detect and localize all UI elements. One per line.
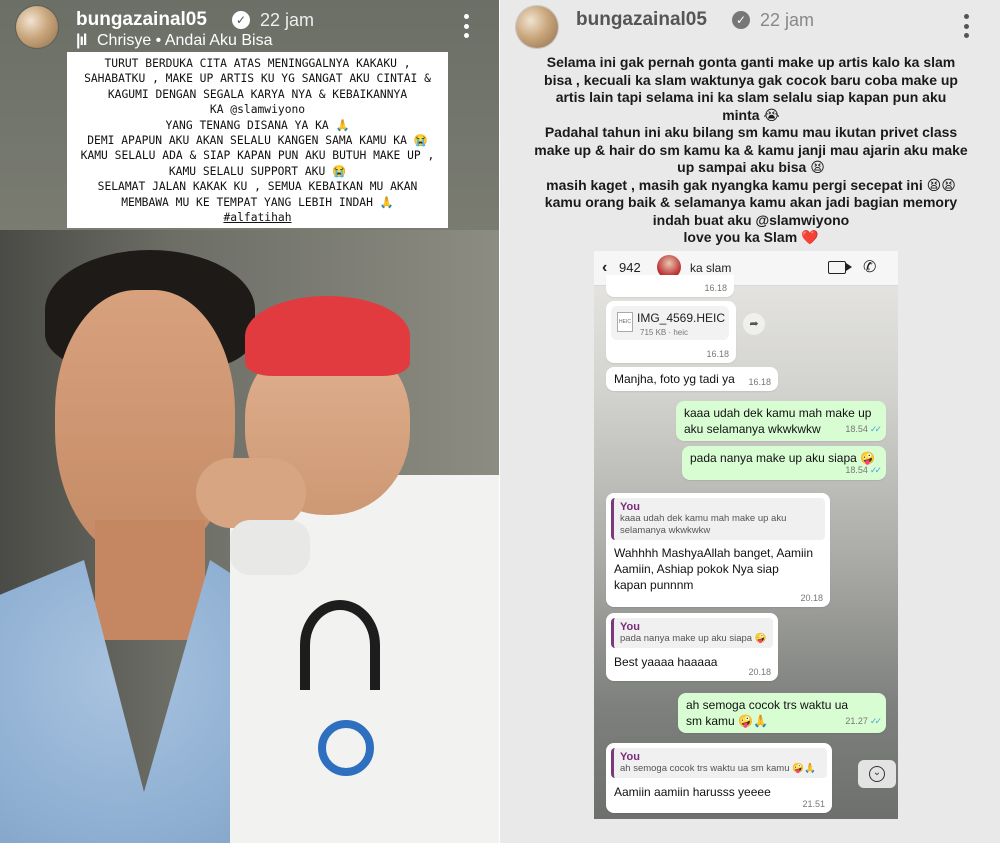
share-icon[interactable]: ➦ [743,313,765,335]
caption-line: KAMU SELALU SUPPORT AKU 😭 [168,164,347,178]
caption-line: SELAMAT JALAN KAKAK KU , SEMUA KEBAIKAN … [97,180,418,194]
file-meta: 715 KB · heic [640,328,689,337]
chat-screenshot: ‹ 942 ka slam ✆ 16.18 HEIC IMG_4569.HEIC… [594,251,898,819]
message-time: 20.18 [748,667,771,677]
man-red-cap [245,296,410,376]
caption-line: MEMBAWA MU KE TEMPAT YANG LEBIH INDAH 🙏 [121,195,394,209]
face-mask [230,520,310,575]
caption-line: make up & hair do sm kamu ka & kamu janj… [534,141,968,158]
music-sticker[interactable]: |ıl Chrisye • Andai Aku Bisa [76,32,272,50]
file-name: IMG_4569.HEIC [637,311,726,325]
story-header-right: bungazainal05 ✓ 22 jam [516,6,986,50]
caption-line: Padahal tahun ini aku bilang sm kamu mau… [544,124,958,140]
file-message-bubble[interactable]: HEIC IMG_4569.HEIC 715 KB · heic 16.18 [606,301,736,363]
contact-name[interactable]: ka slam [690,261,731,275]
phone-icon[interactable]: ✆ [863,257,876,277]
caption-line: DEMI APAPUN AKU AKAN SELALU KANGEN SAMA … [87,134,428,148]
verified-badge-icon: ✓ [232,11,250,29]
caption-line: up sampai aku bisa 😫 [677,159,825,175]
message-time: 18.54 ✓✓ [845,465,882,475]
caption-box: TURUT BERDUKA CITA ATAS MENINGGALNYA KAK… [67,52,448,228]
man-hand [196,458,306,528]
reply-message[interactable]: You ah semoga cocok trs waktu ua sm kamu… [606,743,832,813]
caption-line: artis lain tapi selama ini ka slam selal… [555,89,947,105]
left-story-panel: bungazainal05 ✓ 22 jam |ıl Chrisye • Anda… [0,0,500,843]
quoted-message[interactable]: You pada nanya make up aku siapa 🤪 [611,618,773,648]
music-bars-icon: |ıl [76,32,87,49]
outgoing-message[interactable]: kaaa udah dek kamu mah make up aku selam… [676,401,886,441]
shirt-flower-print [318,720,374,776]
message-time: 21.51 [802,799,825,809]
avatar[interactable] [516,6,558,48]
more-vertical-icon[interactable] [964,14,970,38]
more-vertical-icon[interactable] [464,14,470,38]
message-bubble-partial[interactable]: 16.18 [606,275,734,297]
message-text: Manjha, foto yg tadi ya [614,372,735,386]
message-time: 18.54 ✓✓ [845,424,882,434]
message-time: 21.27 ✓✓ [845,716,882,726]
quote-author: You [620,621,640,633]
caption-mention[interactable]: KA @slamwiyono [67,102,448,117]
message-text: ah semoga cocok trs waktu ua sm kamu 🤪🙏 [686,698,849,728]
message-time: 16.18 [706,349,729,359]
scroll-down-icon: ⌄ [869,766,885,782]
quote-author: You [620,751,640,763]
verified-badge-icon: ✓ [732,11,750,29]
message-time: 16.18 [704,283,727,293]
caption-mention[interactable]: indah buat aku @slamwiyono [520,212,982,230]
scroll-down-button[interactable]: ⌄ [858,760,896,788]
shirt-print [300,600,380,690]
message-time: 16.18 [748,377,771,387]
username[interactable]: bungazainal05 [76,9,207,31]
caption-line: masih kaget , masih gak nyangka kamu per… [546,176,956,193]
incoming-message[interactable]: Manjha, foto yg tadi ya 16.18 [606,367,778,391]
message-text: Wahhhh MashyaAllah banget, Aamiin Aamiin… [614,546,814,592]
message-text: pada nanya make up aku siapa 🤪 [690,451,876,465]
right-caption: Selama ini gak pernah gonta ganti make u… [520,54,982,247]
caption-line: minta 😭 [722,106,780,123]
double-check-icon: ✓✓ [869,465,882,475]
quote-text: ah semoga cocok trs waktu ua sm kamu 🤪🙏 [620,763,816,774]
quote-author: You [620,501,640,513]
caption-line: SAHABATKU , MAKE UP ARTIS KU YG SANGAT A… [84,72,431,86]
message-text: Aamiin aamiin harusss yeeee [614,785,771,799]
video-call-icon[interactable] [828,261,852,274]
username[interactable]: bungazainal05 [576,9,707,31]
caption-line: kamu orang baik & selamanya kamu akan ja… [544,194,958,210]
message-time: 20.18 [800,593,823,603]
timestamp: 22 jam [760,10,815,30]
hashtag[interactable]: #alfatihah [67,210,448,225]
quoted-message[interactable]: You ah semoga cocok trs waktu ua sm kamu… [611,748,827,778]
music-title: Chrisye • Andai Aku Bisa [97,32,273,49]
outgoing-message[interactable]: ah semoga cocok trs waktu ua sm kamu 🤪🙏 … [678,693,886,733]
avatar[interactable] [16,6,58,48]
caption-line: YANG TENANG DISANA YA KA 🙏 [165,118,350,132]
back-count[interactable]: 942 [619,260,641,275]
caption-line: TURUT BERDUKA CITA ATAS MENINGGALNYA KAK… [104,57,411,70]
outgoing-message[interactable]: pada nanya make up aku siapa 🤪 18.54 ✓✓ [682,446,886,480]
timestamp: 22 jam [260,10,315,30]
quoted-message[interactable]: You kaaa udah dek kamu mah make up aku s… [611,498,825,540]
reply-message[interactable]: You kaaa udah dek kamu mah make up aku s… [606,493,830,607]
file-card[interactable]: HEIC IMG_4569.HEIC 715 KB · heic [611,306,729,340]
caption-line: KAMU SELALU ADA & SIAP KAPAN PUN AKU BUT… [80,149,435,163]
quote-text: kaaa udah dek kamu mah make up aku selam… [620,513,787,536]
quote-text: pada nanya make up aku siapa 🤪 [620,633,767,644]
woman-neck [95,520,205,640]
caption-line: bisa , kecuali ka slam waktunya gak coco… [544,71,958,88]
double-check-icon: ✓✓ [869,424,882,434]
caption-line: Selama ini gak pernah gonta ganti make u… [546,54,956,70]
story-header-left: bungazainal05 ✓ 22 jam |ıl Chrisye • Anda… [16,6,486,50]
caption-line: love you ka Slam ❤️ [683,229,819,245]
reply-message[interactable]: You pada nanya make up aku siapa 🤪 Best … [606,613,778,681]
caption-line: KAGUMI DENGAN SEGALA KARYA NYA & KEBAIKA… [107,87,408,101]
double-check-icon: ✓✓ [869,716,882,726]
file-icon: HEIC [617,312,633,332]
